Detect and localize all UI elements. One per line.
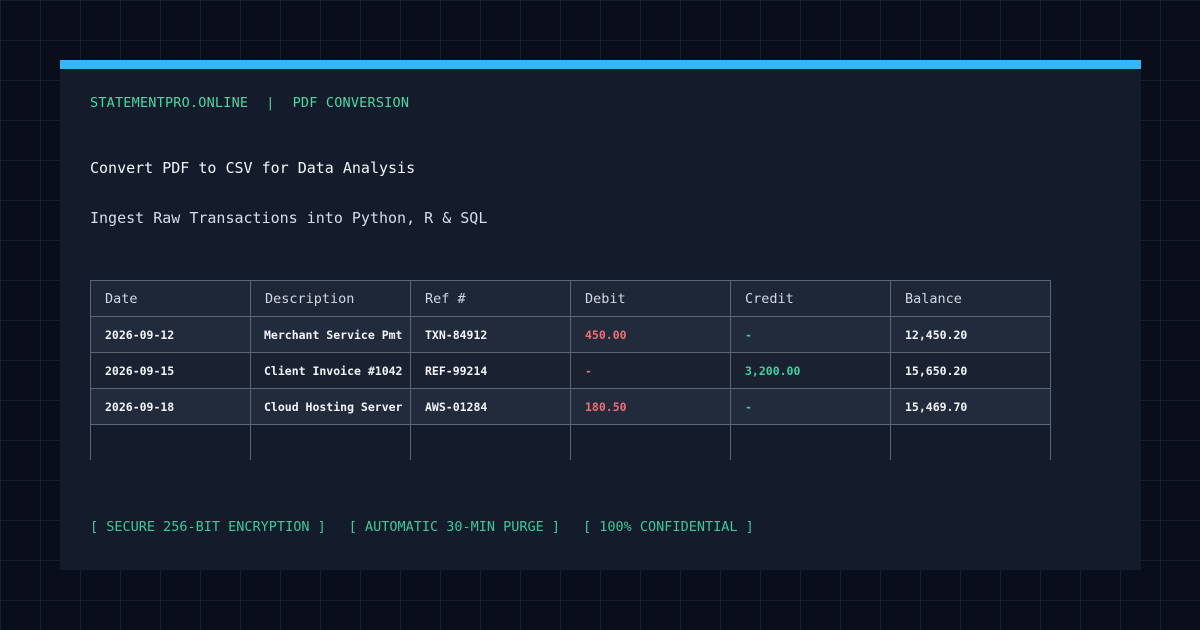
cell-debit: - (570, 352, 731, 389)
cell-ref: REF-99214 (410, 352, 571, 389)
cell-credit: 3,200.00 (730, 352, 891, 389)
column-header-balance: Balance (890, 280, 1051, 317)
cell-ref: TXN-84912 (410, 316, 571, 353)
table-row: 2026-09-18 Cloud Hosting Server AWS-0128… (90, 388, 1051, 425)
empty-cell (570, 424, 731, 460)
empty-cell (90, 424, 251, 460)
column-header-credit: Credit (730, 280, 891, 317)
column-header-description: Description (250, 280, 411, 317)
hero-card: STATEMENTPRO.ONLINE | PDF CONVERSION Conve… (60, 60, 1141, 570)
accent-bar (60, 60, 1141, 69)
badge-encryption: [ SECURE 256-BIT ENCRYPTION ] (90, 519, 326, 535)
cell-description: Client Invoice #1042 (250, 352, 411, 389)
table-row: 2026-09-12 Merchant Service Pmt TXN-8491… (90, 316, 1051, 353)
section-name: PDF CONVERSION (292, 95, 410, 111)
cell-debit: 450.00 (570, 316, 731, 353)
cell-credit: - (730, 316, 891, 353)
cell-balance: 12,450.20 (890, 316, 1051, 353)
cell-description: Cloud Hosting Server (250, 388, 411, 425)
table-header-row: Date Description Ref # Debit Credit Bala… (90, 280, 1051, 317)
column-header-debit: Debit (570, 280, 731, 317)
column-header-ref: Ref # (410, 280, 571, 317)
badge-confidential: [ 100% CONFIDENTIAL ] (583, 519, 754, 535)
cell-description: Merchant Service Pmt (250, 316, 411, 353)
badge-purge: [ AUTOMATIC 30-MIN PURGE ] (348, 519, 561, 535)
cell-date: 2026-09-18 (90, 388, 251, 425)
security-badges: [ SECURE 256-BIT ENCRYPTION ] [ AUTOMATIC… (90, 519, 777, 535)
cell-balance: 15,469.70 (890, 388, 1051, 425)
transactions-table: Date Description Ref # Debit Credit Bala… (90, 280, 1051, 460)
brand-name[interactable]: STATEMENTPRO.ONLINE (90, 95, 248, 111)
empty-cell (410, 424, 571, 460)
page-title: Convert PDF to CSV for Data Analysis (90, 159, 416, 177)
cell-balance: 15,650.20 (890, 352, 1051, 389)
empty-cell (730, 424, 891, 460)
page-subtitle: Ingest Raw Transactions into Python, R &… (90, 209, 488, 227)
empty-cell (250, 424, 411, 460)
brand-header: STATEMENTPRO.ONLINE | PDF CONVERSION (90, 95, 409, 111)
cell-date: 2026-09-12 (90, 316, 251, 353)
empty-cell (890, 424, 1051, 460)
table-row: 2026-09-15 Client Invoice #1042 REF-9921… (90, 352, 1051, 389)
table-row-empty (90, 424, 1051, 460)
cell-credit: - (730, 388, 891, 425)
cell-ref: AWS-01284 (410, 388, 571, 425)
cell-date: 2026-09-15 (90, 352, 251, 389)
cell-debit: 180.50 (570, 388, 731, 425)
brand-separator: | (266, 95, 275, 111)
column-header-date: Date (90, 280, 251, 317)
